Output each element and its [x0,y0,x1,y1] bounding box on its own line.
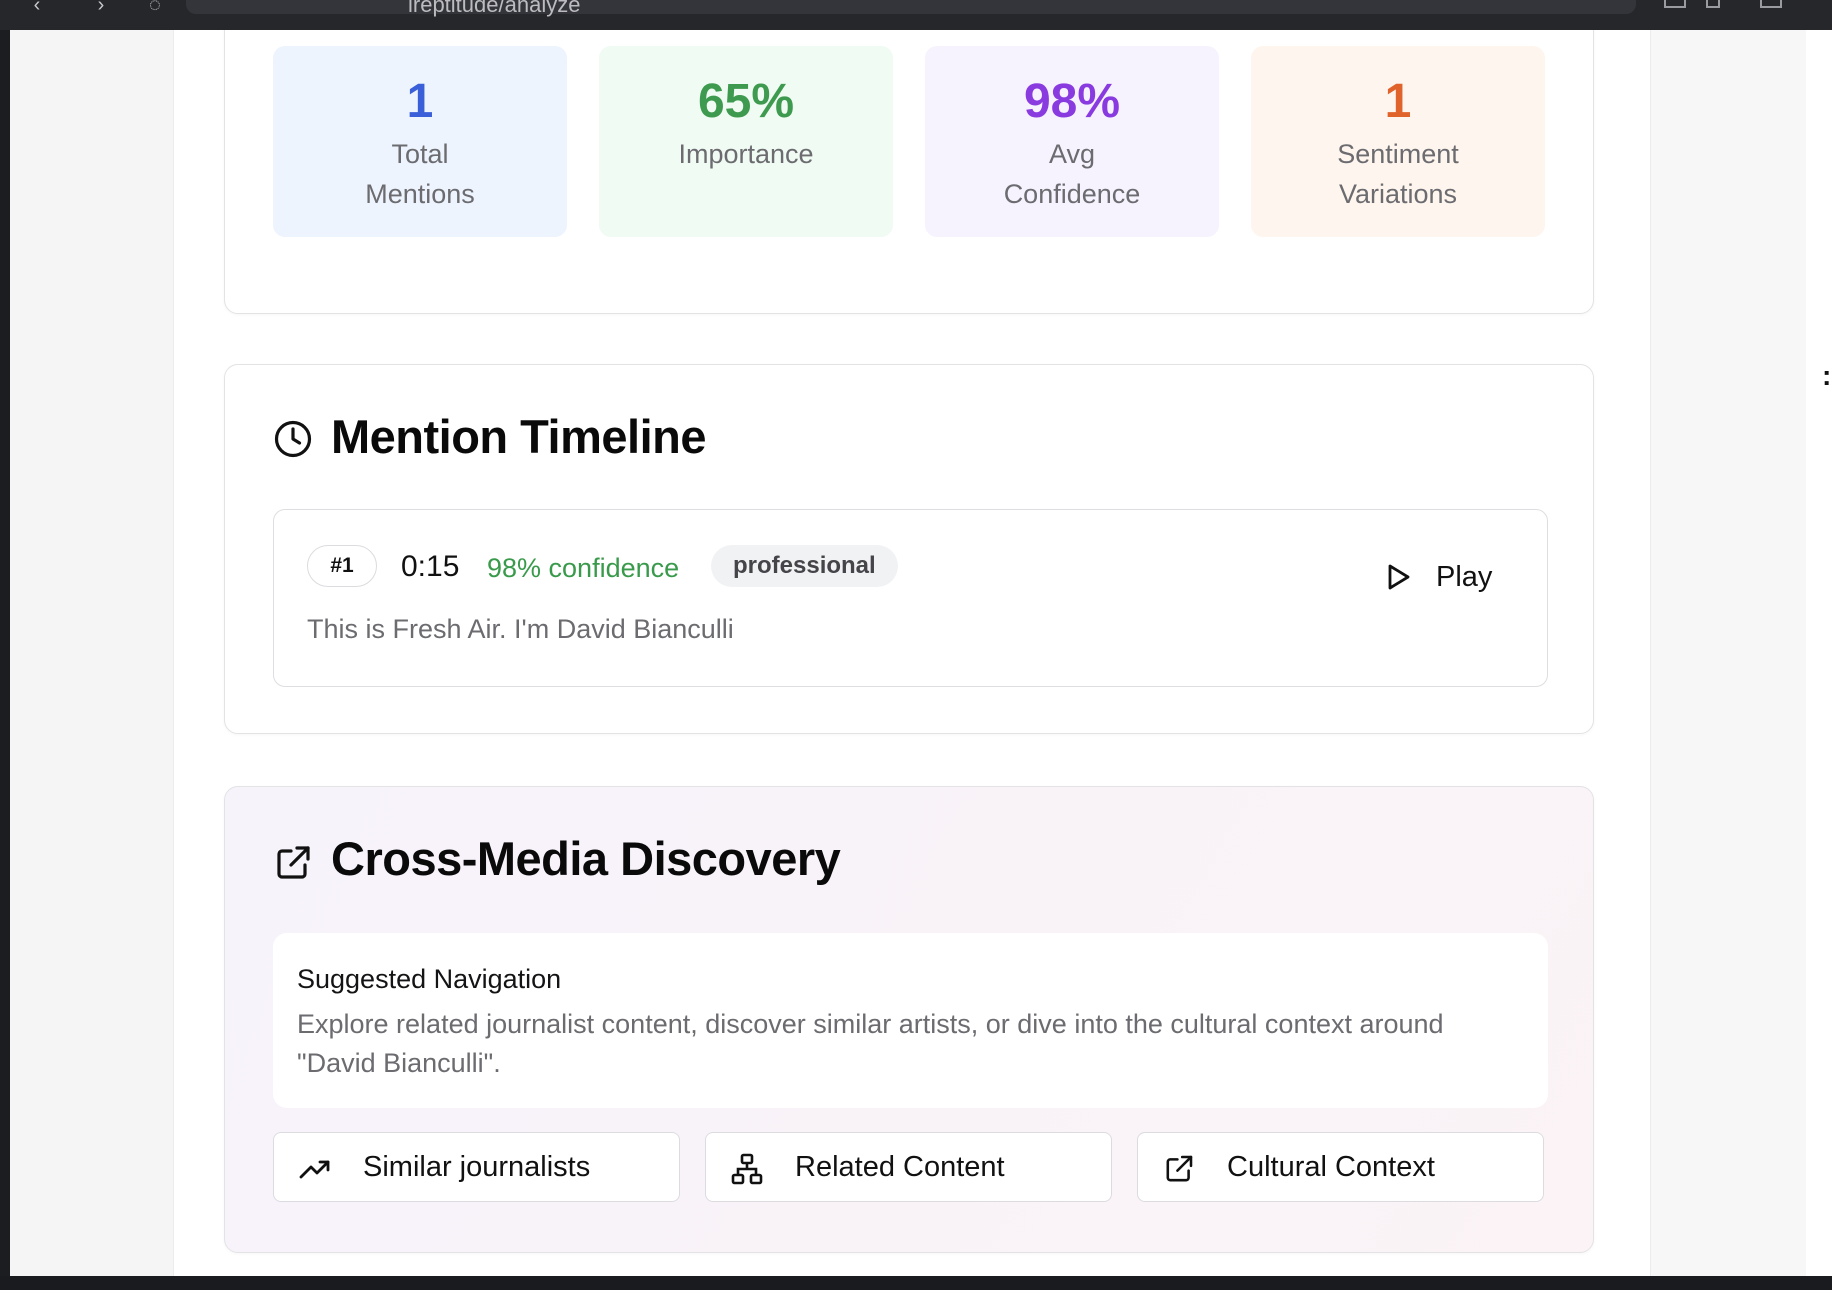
suggested-navigation-description: Explore related journalist content, disc… [297,1009,1444,1078]
avg-confidence-value: 98% [1023,75,1121,128]
play-button-label: Play [1436,561,1493,593]
address-bar-url: ireptitude/analyze [408,0,581,17]
suggested-navigation-heading: Suggested Navigation [297,964,562,994]
avg-confidence-stat: 98% Avg Confidence [925,46,1219,237]
importance-label: Importance [678,139,814,169]
trending-up-icon [299,1160,330,1179]
sentiment-tag: professional [711,545,898,587]
importance-stat: 65% Importance [599,46,893,237]
address-bar[interactable]: ireptitude/analyze [186,0,1636,17]
network-icon [731,1153,763,1185]
window-icon[interactable] [1760,0,1782,8]
page-viewport: 1 Total Mentions 65% Importance 98% Avg Confi… [10,30,1806,1276]
clock-icon [274,420,312,458]
related-content-label: Related Content [795,1151,1005,1183]
mention-index-badge: #1 [307,545,377,587]
mention-timeline-title: Mention Timeline [331,410,707,463]
cross-media-discovery-title: Cross-Media Discovery [331,832,841,885]
play-button[interactable]: Play [1374,555,1492,599]
total-mentions-label: Total Mentions [365,139,475,209]
mention-timestamp: 0:15 [401,550,460,583]
forward-arrow-icon[interactable]: › [86,0,116,15]
adjacent-window-glyph: : [1822,360,1832,391]
extension-icon[interactable] [1664,0,1686,8]
external-link-icon [277,846,310,879]
sentiment-variations-label: Sentiment Variations [1337,139,1459,209]
related-content-button[interactable]: Related Content [705,1132,1112,1202]
bottom-window-frame [0,1276,1832,1290]
left-gutter [10,30,173,1276]
mention-quote: This is Fresh Air. I'm David Bianculli [307,614,734,644]
back-arrow-icon[interactable]: ‹ [22,0,52,15]
stats-card: 1 Total Mentions 65% Importance 98% Avg Confi… [224,30,1594,314]
sentiment-variations-value: 1 [1384,75,1412,128]
play-icon [1388,564,1410,590]
similar-journalists-button[interactable]: Similar journalists [273,1132,680,1202]
total-mentions-value: 1 [406,75,434,128]
similar-journalists-label: Similar journalists [363,1151,591,1183]
total-mentions-stat: 1 Total Mentions [273,46,567,237]
adjacent-window-edge: : [1806,30,1832,1290]
browser-toolbar: ‹ › ◌ ireptitude/analyze [0,0,1832,30]
mention-confidence: 98% confidence [487,553,680,583]
cross-media-discovery-card: Cross-Media Discovery Suggested Navigati… [224,786,1594,1253]
cultural-context-label: Cultural Context [1227,1151,1435,1183]
reload-icon[interactable]: ◌ [140,0,170,15]
mention-timeline-card: Mention Timeline #1 0:15 98% confidence … [224,364,1594,734]
main-content: 1 Total Mentions 65% Importance 98% Avg Confi… [173,30,1651,1276]
external-link-icon [1166,1155,1193,1182]
avg-confidence-label: Avg Confidence [1003,139,1141,209]
importance-value: 65% [697,75,795,128]
suggested-navigation-panel: Suggested Navigation Explore related jou… [273,933,1548,1108]
cultural-context-button[interactable]: Cultural Context [1137,1132,1544,1202]
sentiment-variations-stat: 1 Sentiment Variations [1251,46,1545,237]
mention-item: #1 0:15 98% confidence professional This… [273,509,1548,687]
pen-icon[interactable] [1706,0,1720,8]
